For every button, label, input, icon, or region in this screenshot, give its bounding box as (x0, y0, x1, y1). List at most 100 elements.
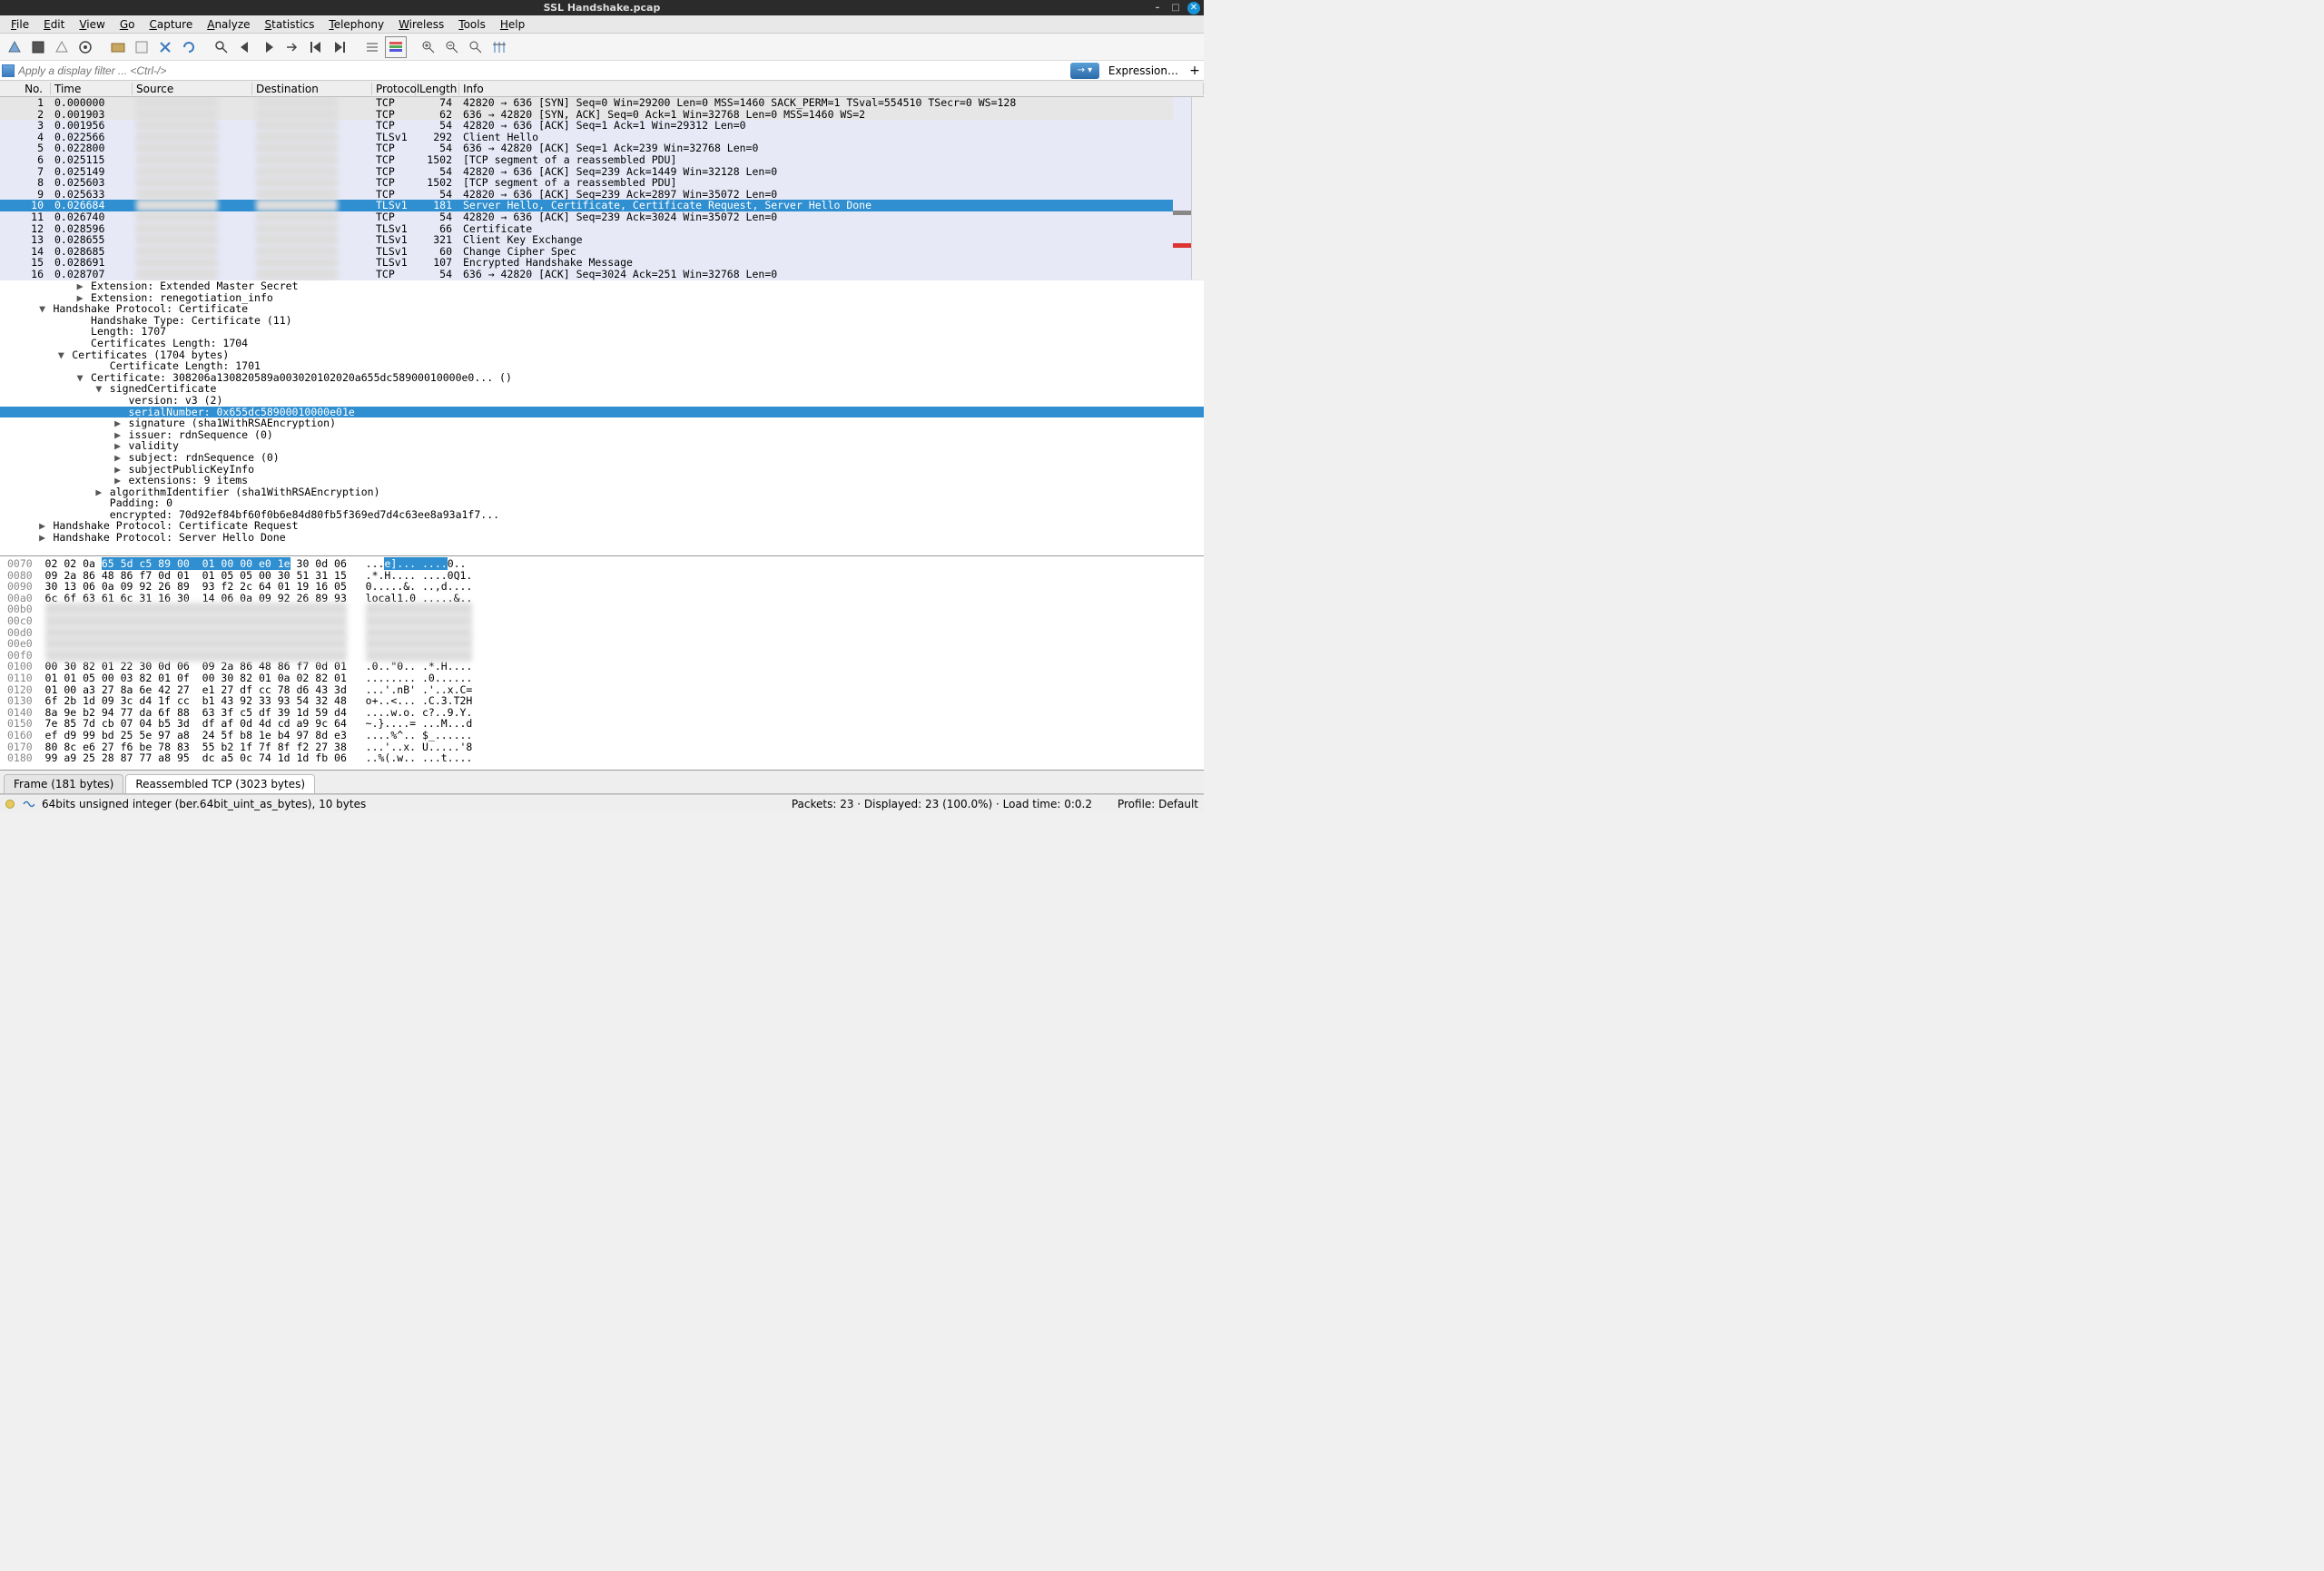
detail-line[interactable]: ▶ algorithmIdentifier (sha1WithRSAEncryp… (0, 486, 1204, 498)
menu-tools[interactable]: Tools (451, 16, 493, 33)
hex-line[interactable]: 0130 6f 2b 1d 09 3c d4 1f cc b1 43 92 33… (7, 695, 1196, 707)
find-icon[interactable] (211, 36, 232, 58)
zoom-in-icon[interactable] (418, 36, 439, 58)
col-header-protocol[interactable]: Protocol (372, 83, 416, 95)
detail-line[interactable]: version: v3 (2) (0, 395, 1204, 407)
bookmark-filter-icon[interactable] (2, 64, 15, 77)
hex-line[interactable]: 0160 ef d9 99 bd 25 5e 97 a8 24 5f b8 1e… (7, 730, 1196, 741)
minimize-icon[interactable]: – (1151, 2, 1164, 15)
detail-line[interactable]: ▶ extensions: 9 items (0, 475, 1204, 486)
open-file-icon[interactable] (107, 36, 129, 58)
packet-details-pane[interactable]: ▶ Extension: Extended Master Secret ▶ Ex… (0, 280, 1204, 556)
go-forward-icon[interactable] (258, 36, 280, 58)
detail-line[interactable]: ▶ Extension: Extended Master Secret (0, 280, 1204, 292)
col-header-info[interactable]: Info (459, 83, 1204, 95)
expert-info-icon[interactable] (5, 800, 15, 809)
minimap-scroll[interactable] (1173, 97, 1191, 280)
detail-line[interactable]: Certificates Length: 1704 (0, 338, 1204, 349)
display-filter-input[interactable] (18, 64, 1067, 77)
hex-line[interactable]: 0090 30 13 06 0a 09 92 26 89 93 f2 2c 64… (7, 581, 1196, 593)
start-capture-icon[interactable] (4, 36, 25, 58)
packet-row[interactable]: 80.025603xxxxxxxxxxxxxxxxxxxxxxxxxxTCP15… (0, 177, 1204, 189)
packet-row[interactable]: 100.026684xxxxxxxxxxxxxxxxxxxxxxxxxxTLSv… (0, 200, 1204, 211)
go-to-icon[interactable] (281, 36, 303, 58)
save-file-icon[interactable] (131, 36, 153, 58)
packet-row[interactable]: 20.001903xxxxxxxxxxxxxxxxxxxxxxxxxxTCP62… (0, 109, 1204, 121)
auto-scroll-icon[interactable] (361, 36, 383, 58)
menu-go[interactable]: Go (113, 16, 143, 33)
packet-bytes-pane[interactable]: 0070 02 02 0a 65 5d c5 89 00 01 00 00 e0… (0, 556, 1204, 771)
go-back-icon[interactable] (234, 36, 256, 58)
menu-edit[interactable]: Edit (36, 16, 72, 33)
maximize-icon[interactable]: □ (1169, 2, 1182, 15)
packet-row[interactable]: 160.028707xxxxxxxxxxxxxxxxxxxxxxxxxxTCP5… (0, 269, 1204, 280)
packet-row[interactable]: 40.022566xxxxxxxxxxxxxxxxxxxxxxxxxxTLSv1… (0, 132, 1204, 143)
go-first-icon[interactable] (305, 36, 327, 58)
status-field-text: 64bits unsigned integer (ber.64bit_uint_… (42, 798, 366, 810)
detail-line[interactable]: Padding: 0 (0, 497, 1204, 509)
hex-line[interactable]: 00f0 xx xx xx xx xx xx xx xx xx xx xx xx… (7, 650, 1196, 662)
packet-row[interactable]: 30.001956xxxxxxxxxxxxxxxxxxxxxxxxxxTCP54… (0, 120, 1204, 132)
menu-analyze[interactable]: Analyze (200, 16, 257, 33)
packet-row[interactable]: 150.028691xxxxxxxxxxxxxxxxxxxxxxxxxxTLSv… (0, 257, 1204, 269)
close-file-icon[interactable] (154, 36, 176, 58)
expression-button[interactable]: Expression… (1103, 64, 1184, 77)
hex-line[interactable]: 0110 01 01 05 00 03 82 01 0f 00 30 82 01… (7, 673, 1196, 684)
status-profile-text[interactable]: Profile: Default (1118, 798, 1198, 810)
packet-row[interactable]: 90.025633xxxxxxxxxxxxxxxxxxxxxxxxxxTCP54… (0, 189, 1204, 201)
col-header-no[interactable]: No. (0, 83, 51, 95)
restart-capture-icon[interactable] (51, 36, 73, 58)
reload-icon[interactable] (178, 36, 200, 58)
hex-line[interactable]: 0180 99 a9 25 28 87 77 a8 95 dc a5 0c 74… (7, 752, 1196, 764)
menu-view[interactable]: View (72, 16, 112, 33)
detail-line[interactable]: ▶ signature (sha1WithRSAEncryption) (0, 417, 1204, 429)
hex-line[interactable]: 00e0 xx xx xx xx xx xx xx xx xx xx xx xx… (7, 638, 1196, 650)
packet-list-scrollbar[interactable] (1191, 97, 1204, 280)
menu-telephony[interactable]: Telephony (321, 16, 391, 33)
detail-line[interactable]: ▶ Handshake Protocol: Server Hello Done (0, 532, 1204, 544)
packet-row[interactable]: 10.000000xxxxxxxxxxxxxxxxxxxxxxxxxxTCP74… (0, 97, 1204, 109)
status-packets-text: Packets: 23 · Displayed: 23 (100.0%) · L… (792, 798, 1092, 810)
menu-file[interactable]: File (4, 16, 36, 33)
stop-capture-icon[interactable] (27, 36, 49, 58)
go-last-icon[interactable] (329, 36, 350, 58)
packet-row[interactable]: 110.026740xxxxxxxxxxxxxxxxxxxxxxxxxxTCP5… (0, 211, 1204, 223)
tab-frame-bytes[interactable]: Frame (181 bytes) (4, 774, 123, 793)
hex-line[interactable]: 00c0 xx xx xx xx xx xx xx xx xx xx xx xx… (7, 615, 1196, 627)
resize-columns-icon[interactable] (488, 36, 510, 58)
zoom-out-icon[interactable] (441, 36, 463, 58)
colorize-icon[interactable] (385, 36, 407, 58)
bytes-tabs: Frame (181 bytes) Reassembled TCP (3023 … (0, 771, 1204, 794)
col-header-time[interactable]: Time (51, 83, 133, 95)
tab-reassembled-bytes[interactable]: Reassembled TCP (3023 bytes) (125, 774, 315, 793)
apply-filter-button[interactable]: → ▾ (1070, 63, 1099, 79)
add-filter-button[interactable]: + (1187, 64, 1202, 78)
packet-list-pane: No. Time Source Destination Protocol Len… (0, 81, 1204, 280)
packet-row[interactable]: 70.025149xxxxxxxxxxxxxxxxxxxxxxxxxxTCP54… (0, 166, 1204, 178)
menu-statistics[interactable]: Statistics (258, 16, 322, 33)
hex-line[interactable]: 0070 02 02 0a 65 5d c5 89 00 01 00 00 e0… (7, 558, 1196, 570)
statusbar: 64bits unsigned integer (ber.64bit_uint_… (0, 794, 1204, 812)
menu-capture[interactable]: Capture (142, 16, 200, 33)
detail-line[interactable]: ▼ Handshake Protocol: Certificate (0, 303, 1204, 315)
close-icon[interactable]: ✕ (1187, 2, 1200, 15)
detail-line[interactable]: Certificate Length: 1701 (0, 360, 1204, 372)
packet-row[interactable]: 140.028685xxxxxxxxxxxxxxxxxxxxxxxxxxTLSv… (0, 246, 1204, 258)
packet-row[interactable]: 130.028655xxxxxxxxxxxxxxxxxxxxxxxxxxTLSv… (0, 234, 1204, 246)
packet-row[interactable]: 50.022800xxxxxxxxxxxxxxxxxxxxxxxxxxTCP54… (0, 142, 1204, 154)
menu-wireless[interactable]: Wireless (391, 16, 451, 33)
packet-row[interactable]: 60.025115xxxxxxxxxxxxxxxxxxxxxxxxxxTCP15… (0, 154, 1204, 166)
packet-list-header: No. Time Source Destination Protocol Len… (0, 81, 1204, 97)
filter-bar: → ▾ Expression… + (0, 61, 1204, 81)
zoom-reset-icon[interactable] (465, 36, 487, 58)
menu-help[interactable]: Help (493, 16, 532, 33)
packet-row[interactable]: 120.028596xxxxxxxxxxxxxxxxxxxxxxxxxxTLSv… (0, 223, 1204, 235)
col-header-source[interactable]: Source (133, 83, 252, 95)
capture-file-icon (22, 798, 34, 810)
detail-line[interactable]: ▶ issuer: rdnSequence (0) (0, 429, 1204, 441)
detail-line[interactable]: Handshake Type: Certificate (11) (0, 315, 1204, 327)
col-header-length[interactable]: Length (416, 83, 459, 95)
detail-line[interactable]: ▶ subject: rdnSequence (0) (0, 452, 1204, 464)
capture-options-icon[interactable] (74, 36, 96, 58)
col-header-destination[interactable]: Destination (252, 83, 372, 95)
